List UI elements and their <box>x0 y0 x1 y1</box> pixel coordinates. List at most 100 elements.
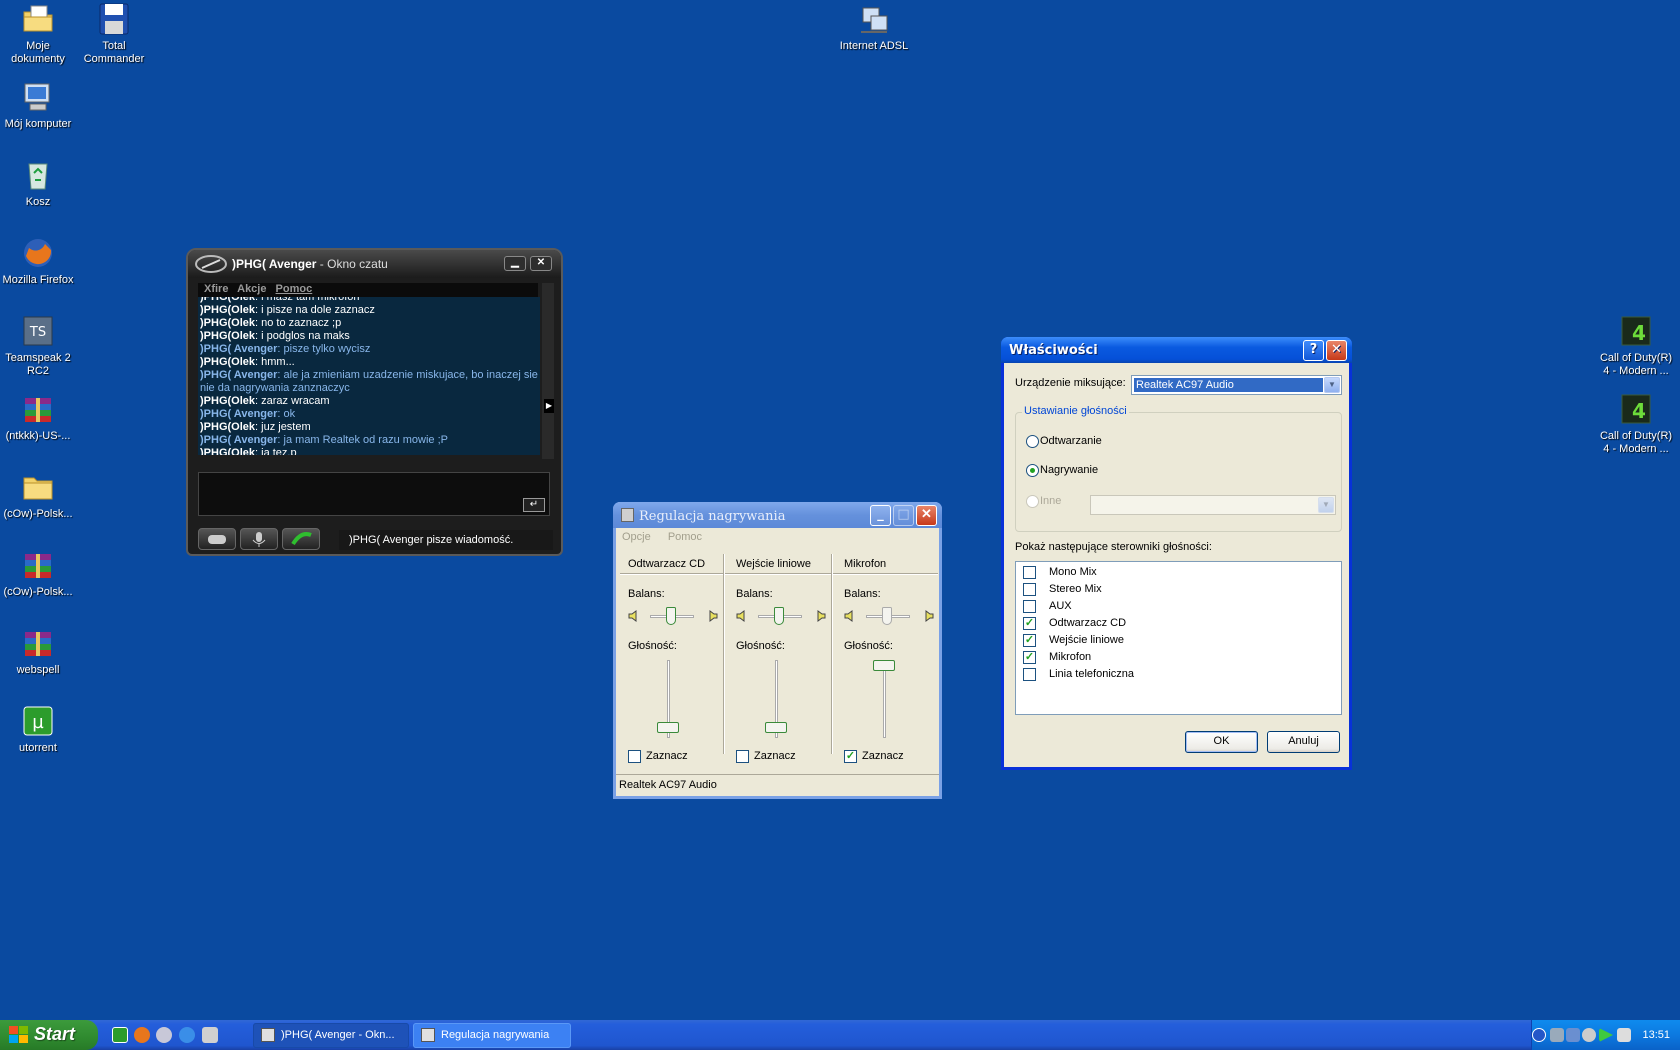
desktop-icon-utorrent[interactable]: µ utorrent <box>0 704 76 755</box>
recording-control-window[interactable]: Regulacja nagrywania _ □ ✕ Opcje Pomoc O… <box>613 502 942 799</box>
windows-flag-icon <box>9 1026 28 1044</box>
tray-clock-icon[interactable] <box>1582 1028 1596 1042</box>
chat-scrollbar[interactable]: ▶ <box>542 283 554 459</box>
checkbox[interactable]: ✓ <box>844 750 857 763</box>
taskbar-item-recording[interactable]: Regulacja nagrywania <box>413 1023 571 1048</box>
tray-network-icon[interactable] <box>1566 1028 1580 1042</box>
select-label: Zaznacz <box>646 750 688 762</box>
desktop-icon-kosz[interactable]: Kosz <box>0 158 76 209</box>
desktop-icon-webspell[interactable]: webspell <box>0 626 76 677</box>
volume-slider[interactable] <box>870 660 900 740</box>
chat-nick: )PHG( Avenger <box>200 369 278 381</box>
chat-message: )PHG(Olek: i masz tam mikrofon <box>200 297 538 304</box>
menu-opcje[interactable]: Opcje <box>622 531 651 543</box>
desktop-icon-firefox[interactable]: Mozilla Firefox <box>0 236 76 287</box>
menu-pomoc[interactable]: Pomoc <box>276 283 313 295</box>
maximize-button[interactable]: □ <box>893 505 914 526</box>
quicklaunch-media-icon[interactable] <box>202 1027 218 1043</box>
volume-thumb[interactable] <box>873 660 895 671</box>
minimize-button[interactable]: _ <box>870 505 891 526</box>
quicklaunch-ie-icon[interactable] <box>179 1027 195 1043</box>
menu-pomoc[interactable]: Pomoc <box>668 531 702 543</box>
checkbox[interactable]: ✓ <box>1023 617 1036 630</box>
chat-text: : i masz tam mikrofon <box>255 297 360 303</box>
cancel-button[interactable]: Anuluj <box>1267 731 1340 753</box>
radio-other[interactable] <box>1026 495 1039 508</box>
properties-title-bar[interactable]: Właściwości ? ✕ <box>1001 337 1352 363</box>
desktop-icon-teamspeak[interactable]: TS Teamspeak 2 RC2 <box>0 314 76 378</box>
volume-slider[interactable] <box>762 660 792 740</box>
call-button[interactable] <box>282 528 320 550</box>
radio-recording[interactable] <box>1026 464 1039 477</box>
chat-log[interactable]: )PHG(Olek: i masz tam mikrofon)PHG(Olek:… <box>198 297 540 455</box>
xfire-title-bar[interactable]: )PHG( Avenger - Okno czatu ▁ ✕ <box>188 250 561 278</box>
microphone-button[interactable] <box>240 528 278 550</box>
chevron-down-icon[interactable]: ▼ <box>1324 377 1340 393</box>
quicklaunch-firefox-icon[interactable] <box>134 1027 150 1043</box>
chat-input[interactable]: ↵ <box>198 472 550 516</box>
close-button[interactable]: ✕ <box>1326 340 1347 361</box>
checkbox[interactable]: ✓ <box>1023 651 1036 664</box>
desktop-icon-total-commander[interactable]: Total Commander <box>76 2 152 66</box>
ok-button[interactable]: OK <box>1185 731 1258 753</box>
cod4-icon: 4 <box>1619 314 1653 348</box>
minimize-button[interactable]: ▁ <box>504 256 526 271</box>
scroll-arrow-icon[interactable]: ▶ <box>544 399 554 413</box>
balance-thumb[interactable] <box>666 607 676 625</box>
checkbox[interactable] <box>628 750 641 763</box>
column-title: Odtwarzacz CD <box>628 558 706 570</box>
chat-nick: )PHG(Olek <box>200 356 256 368</box>
volume-thumb[interactable] <box>765 722 787 733</box>
desktop-icon-moje-dokumenty[interactable]: Moje dokumenty <box>0 2 76 66</box>
properties-dialog[interactable]: Właściwości ? ✕ Urządzenie miksujące: Re… <box>1001 337 1352 770</box>
quicklaunch-utorrent-icon[interactable] <box>112 1027 128 1043</box>
checkbox[interactable] <box>1023 600 1036 613</box>
close-button[interactable]: ✕ <box>916 505 937 526</box>
balance-slider[interactable] <box>844 606 934 626</box>
close-button[interactable]: ✕ <box>530 256 552 271</box>
balance-thumb[interactable] <box>774 607 784 625</box>
tray-expand-icon[interactable] <box>1532 1028 1546 1042</box>
desktop-icon-cow-rar[interactable]: (cOw)-Polsk... <box>0 548 76 599</box>
balance-slider[interactable] <box>628 606 718 626</box>
xfire-chat-window[interactable]: )PHG( Avenger - Okno czatu ▁ ✕ Xfire Akc… <box>186 248 563 556</box>
recording-title-bar[interactable]: Regulacja nagrywania _ □ ✕ <box>613 502 942 528</box>
checkbox[interactable]: ✓ <box>1023 634 1036 647</box>
tray-play-icon[interactable] <box>1599 1028 1613 1042</box>
desktop-icon-internet-adsl[interactable]: Internet ADSL <box>836 2 912 53</box>
menu-akcje[interactable]: Akcje <box>237 283 266 295</box>
balance-slider[interactable] <box>736 606 826 626</box>
desktop-icon-label: Total Commander <box>83 40 145 65</box>
group-title: Ustawianie głośności <box>1022 405 1129 417</box>
checkbox[interactable] <box>1023 583 1036 596</box>
checkbox[interactable] <box>1023 566 1036 579</box>
desktop-icon-ntkkk[interactable]: (ntkkk)-US-... <box>0 392 76 443</box>
desktop-icon-cod4-1[interactable]: 4 Call of Duty(R) 4 - Modern ... <box>1596 314 1676 378</box>
desktop-icon-cow-folder[interactable]: (cOw)-Polsk... <box>0 470 76 521</box>
other-device-select[interactable]: ▼ <box>1090 495 1336 515</box>
mixer-device-select[interactable]: Realtek AC97 Audio ▼ <box>1131 375 1342 395</box>
radio-playback[interactable] <box>1026 435 1039 448</box>
taskbar-item-xfire[interactable]: )PHG( Avenger - Okn... <box>253 1023 409 1048</box>
balance-label: Balans: <box>844 588 881 600</box>
tray-volume-icon[interactable] <box>1617 1028 1631 1042</box>
tray-xfire-icon[interactable] <box>1550 1028 1564 1042</box>
desktop-icon-cod4-2[interactable]: 4 Call of Duty(R) 4 - Modern ... <box>1596 392 1676 456</box>
volume-controls-list[interactable]: Mono Mix Stereo Mix AUX ✓ Odtwarzacz CD ✓… <box>1015 561 1342 715</box>
chevron-down-icon[interactable]: ▼ <box>1318 497 1334 513</box>
volume-thumb[interactable] <box>657 722 679 733</box>
list-item-label: Odtwarzacz CD <box>1049 617 1127 629</box>
menu-xfire[interactable]: Xfire <box>204 283 228 295</box>
start-button[interactable]: Start <box>0 1020 98 1050</box>
gamepad-button[interactable] <box>198 528 236 550</box>
desktop-icon-label: Call of Duty(R) 4 - Modern ... <box>1599 430 1673 455</box>
chat-text: : ja tez.p <box>255 447 297 455</box>
quicklaunch-browser-icon[interactable] <box>156 1027 172 1043</box>
volume-slider[interactable] <box>654 660 684 740</box>
checkbox[interactable] <box>1023 668 1036 681</box>
help-button[interactable]: ? <box>1303 340 1324 361</box>
desktop-icon-moj-komputer[interactable]: Mój komputer <box>0 80 76 131</box>
balance-thumb[interactable] <box>882 607 892 625</box>
checkbox[interactable] <box>736 750 749 763</box>
send-enter-icon[interactable]: ↵ <box>523 498 545 512</box>
